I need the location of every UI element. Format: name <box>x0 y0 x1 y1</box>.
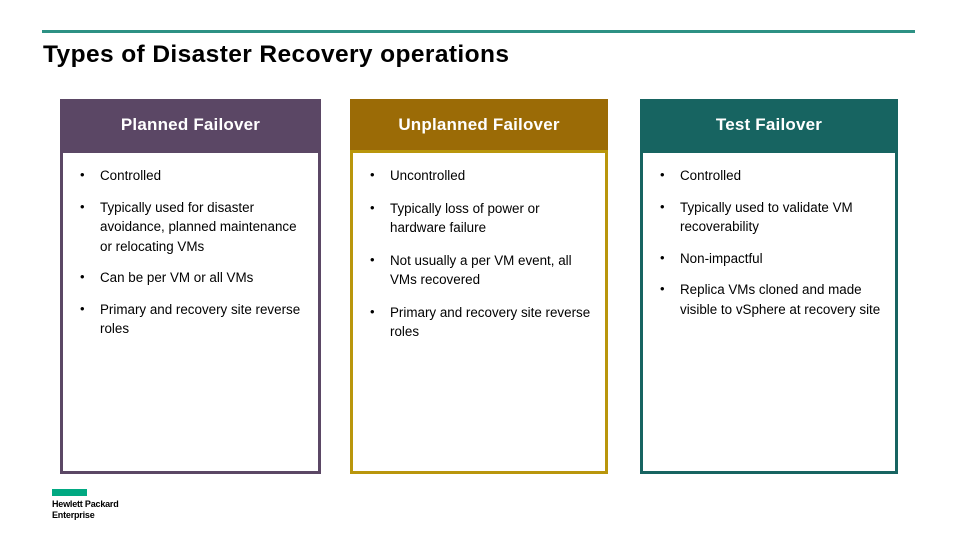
list-item: Controlled <box>73 165 308 186</box>
column-planned-failover: Planned Failover Controlled Typically us… <box>60 99 321 474</box>
column-test-failover: Test Failover Controlled Typically used … <box>640 99 898 474</box>
list-item: Primary and recovery site reverse roles <box>363 302 595 342</box>
page-title: Types of Disaster Recovery operations <box>43 41 510 68</box>
list-item: Typically used for disaster avoidance, p… <box>73 197 308 257</box>
list-item: Typically loss of power or hardware fail… <box>363 198 595 238</box>
column-body-unplanned-failover: Uncontrolled Typically loss of power or … <box>350 150 608 474</box>
column-unplanned-failover: Unplanned Failover Uncontrolled Typicall… <box>350 99 608 474</box>
title-accent-rule <box>42 30 915 33</box>
list-item: Controlled <box>653 165 885 186</box>
bullet-list-test-failover: Controlled Typically used to validate VM… <box>653 165 885 319</box>
column-header-planned-failover: Planned Failover <box>60 99 321 150</box>
bullet-list-planned-failover: Controlled Typically used for disaster a… <box>73 165 308 339</box>
list-item: Replica VMs cloned and made visible to v… <box>653 279 885 319</box>
list-item: Can be per VM or all VMs <box>73 267 308 288</box>
column-header-unplanned-failover: Unplanned Failover <box>350 99 608 150</box>
list-item: Typically used to validate VM recoverabi… <box>653 197 885 237</box>
column-header-test-failover: Test Failover <box>640 99 898 150</box>
hpe-logo-line-2: Enterprise <box>52 509 95 520</box>
list-item: Primary and recovery site reverse roles <box>73 299 308 339</box>
list-item: Uncontrolled <box>363 165 595 186</box>
list-item: Non-impactful <box>653 248 885 269</box>
hpe-logo-bar-icon <box>52 489 87 496</box>
bullet-list-unplanned-failover: Uncontrolled Typically loss of power or … <box>363 165 595 342</box>
slide-canvas: Types of Disaster Recovery operations Pl… <box>0 0 960 540</box>
hpe-logo-line-1: Hewlett Packard <box>52 499 119 509</box>
hpe-logo: Hewlett Packard Enterprise <box>52 489 182 520</box>
column-body-test-failover: Controlled Typically used to validate VM… <box>640 150 898 474</box>
column-body-planned-failover: Controlled Typically used for disaster a… <box>60 150 321 474</box>
list-item: Not usually a per VM event, all VMs reco… <box>363 250 595 290</box>
